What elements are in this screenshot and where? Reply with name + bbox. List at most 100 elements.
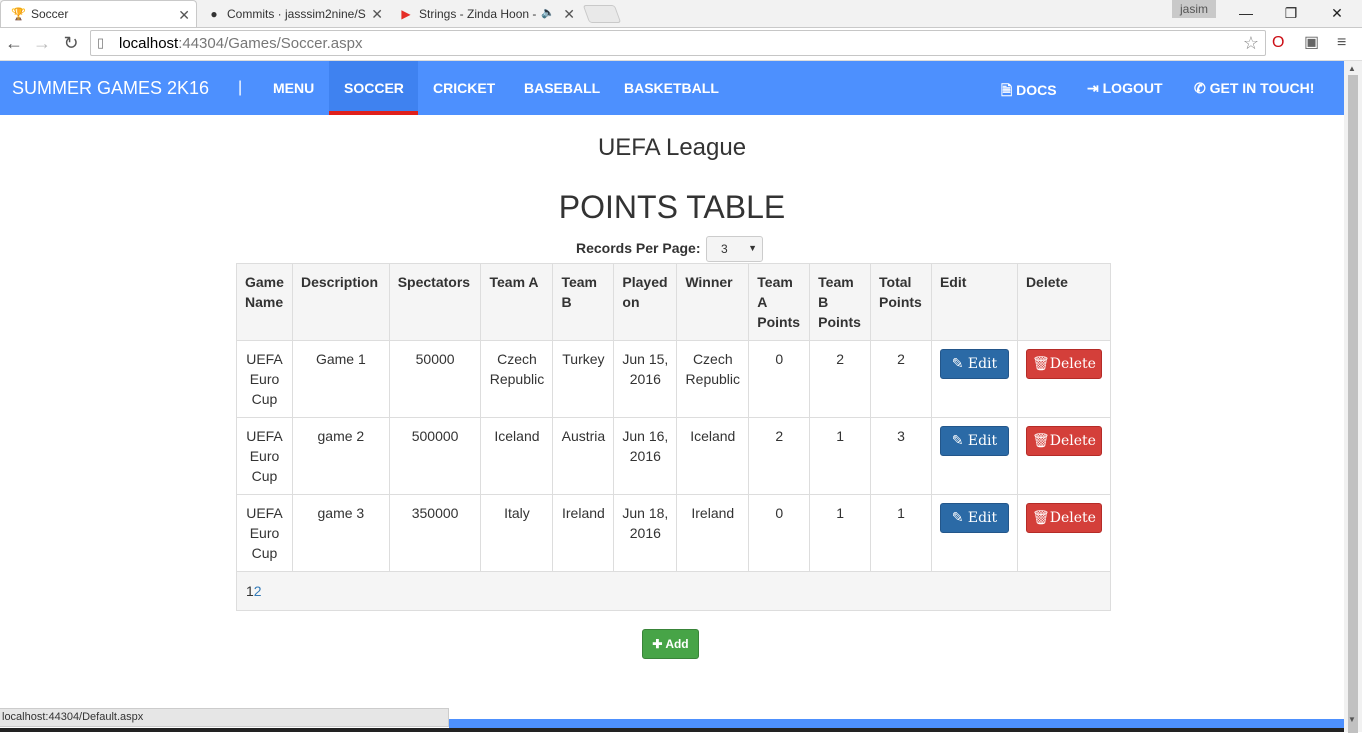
browser-tab-commits[interactable]: ● Commits · jasssim2nine/S ✕: [197, 0, 389, 27]
opera-extension-icon[interactable]: O: [1272, 34, 1284, 52]
edit-button[interactable]: ✎ Edit: [939, 426, 1009, 456]
cell-winner: Czech Republic: [676, 340, 750, 418]
pager-page-link[interactable]: 2: [254, 583, 262, 599]
close-icon[interactable]: ✕: [371, 6, 383, 23]
nav-docs[interactable]: 🗎 DOCS: [1001, 80, 1057, 104]
browser-tab-youtube[interactable]: ▶ Strings - Zinda Hoon - 🔈 ✕: [389, 0, 581, 27]
reload-icon[interactable]: ↻: [60, 32, 82, 54]
col-played-on: Played on: [613, 263, 678, 341]
close-window-icon[interactable]: ✕: [1325, 3, 1349, 23]
records-per-page-value: 3: [721, 242, 728, 256]
nav-baseball[interactable]: BASEBALL: [524, 80, 600, 96]
table-header-row: Game Name Description Spectators Team A …: [236, 263, 1112, 341]
edit-label: Edit: [967, 433, 998, 449]
cell-delete: 🗑Delete: [1016, 417, 1112, 495]
url-host: localhost: [119, 34, 179, 52]
browser-tabstrip: 🏆 Soccer ✕ ● Commits · jasssim2nine/S ✕ …: [0, 0, 1362, 28]
document-icon: 🗎: [1001, 82, 1013, 98]
speaker-icon[interactable]: 🔈: [541, 6, 555, 19]
edit-icon: ✎: [951, 433, 964, 449]
cell-team-a: Italy: [480, 494, 554, 572]
back-icon[interactable]: ←: [3, 32, 25, 54]
forward-icon[interactable]: →: [31, 32, 53, 54]
page-icon: ▯: [97, 35, 105, 50]
delete-button[interactable]: 🗑Delete: [1025, 503, 1102, 533]
youtube-extension-icon[interactable]: ▣: [1304, 34, 1319, 52]
cell-delete: 🗑Delete: [1016, 494, 1112, 572]
new-tab-button[interactable]: [582, 5, 622, 23]
cell-team-a-points: 0: [748, 340, 811, 418]
delete-button[interactable]: 🗑Delete: [1025, 349, 1102, 379]
scroll-up-icon[interactable]: ▲: [1348, 64, 1356, 73]
edit-button[interactable]: ✎ Edit: [939, 349, 1009, 379]
records-per-page-select[interactable]: 3 ▼: [706, 236, 763, 262]
minimize-icon[interactable]: —: [1234, 3, 1258, 23]
url-path: :44304/Games/Soccer.aspx: [178, 34, 363, 52]
trash-icon: 🗑: [1031, 433, 1050, 449]
table-row: UEFA Euro Cup game 3 350000 Italy Irelan…: [236, 494, 1112, 572]
page-title: POINTS TABLE: [558, 189, 786, 225]
edit-icon: ✎: [951, 356, 964, 372]
edit-button[interactable]: ✎ Edit: [939, 503, 1009, 533]
plus-icon: ✚: [652, 637, 663, 651]
trash-icon: 🗑: [1031, 510, 1050, 526]
cell-delete: 🗑Delete: [1016, 340, 1112, 418]
cell-winner: Iceland: [676, 417, 750, 495]
profile-badge[interactable]: jasim: [1172, 0, 1216, 18]
page-scrollbar[interactable]: ▲ ▼: [1344, 61, 1362, 733]
cell-edit: ✎ Edit: [930, 340, 1018, 418]
nav-basketball[interactable]: BASKETBALL: [624, 80, 719, 96]
delete-button[interactable]: 🗑Delete: [1025, 426, 1102, 456]
address-bar[interactable]: ▯ localhost:44304/Games/Soccer.aspx ☆: [90, 30, 1266, 56]
cell-edit: ✎ Edit: [930, 494, 1018, 572]
brand-title[interactable]: SUMMER GAMES 2K16: [12, 78, 209, 99]
cell-spectators: 50000: [388, 340, 482, 418]
add-label: Add: [665, 637, 689, 651]
delete-label: Delete: [1049, 356, 1096, 372]
edit-label: Edit: [967, 510, 998, 526]
cell-game-name: UEFA Euro Cup: [236, 340, 293, 418]
cell-total-points: 2: [870, 340, 932, 418]
points-table: Game Name Description Spectators Team A …: [236, 263, 1112, 611]
nav-get-in-touch[interactable]: ✆ GET IN TOUCH!: [1194, 80, 1314, 97]
scrollbar-thumb[interactable]: [1348, 75, 1358, 733]
brand-separator: |: [238, 79, 243, 96]
close-icon[interactable]: ✕: [563, 6, 575, 23]
browser-tab-soccer[interactable]: 🏆 Soccer ✕: [0, 0, 197, 27]
github-icon: ●: [210, 6, 218, 21]
cell-team-a: Czech Republic: [480, 340, 554, 418]
cell-team-a: Iceland: [480, 417, 554, 495]
scroll-down-icon[interactable]: ▼: [1348, 715, 1356, 724]
close-icon[interactable]: ✕: [178, 7, 190, 24]
add-button[interactable]: ✚ Add: [642, 629, 699, 659]
cell-description: game 2: [291, 417, 390, 495]
cell-played-on: Jun 15, 2016: [613, 340, 678, 418]
cell-game-name: UEFA Euro Cup: [236, 494, 293, 572]
cell-description: game 3: [291, 494, 390, 572]
col-delete: Delete: [1016, 263, 1112, 341]
cell-spectators: 350000: [388, 494, 482, 572]
nav-menu[interactable]: MENU: [273, 80, 314, 96]
nav-logout[interactable]: ⇥ LOGOUT: [1087, 80, 1163, 97]
col-total-points: Total Points: [870, 263, 932, 341]
bookmark-star-icon[interactable]: ☆: [1243, 33, 1259, 54]
nav-cricket[interactable]: CRICKET: [433, 80, 495, 96]
records-per-page-label: Records Per Page:: [576, 240, 701, 256]
cell-winner: Ireland: [676, 494, 750, 572]
col-team-b: Team B: [552, 263, 615, 341]
pager-cell: 12: [236, 571, 1111, 611]
logout-icon: ⇥: [1087, 80, 1099, 96]
edit-label: Edit: [967, 356, 998, 372]
restore-icon[interactable]: ❐: [1279, 3, 1303, 23]
cell-description: Game 1: [291, 340, 390, 418]
cell-team-b: Austria: [552, 417, 615, 495]
nav-docs-label: DOCS: [1016, 82, 1057, 98]
nav-soccer[interactable]: SOCCER: [344, 80, 404, 96]
browser-toolbar: ← → ↻ ▯ localhost:44304/Games/Soccer.asp…: [0, 28, 1362, 61]
league-title: UEFA League: [597, 134, 747, 161]
col-team-a: Team A: [480, 263, 554, 341]
youtube-icon: ▶: [401, 6, 411, 21]
delete-label: Delete: [1049, 433, 1096, 449]
status-bar: localhost:44304/Default.aspx: [0, 708, 449, 727]
menu-icon[interactable]: ≡: [1337, 34, 1346, 52]
